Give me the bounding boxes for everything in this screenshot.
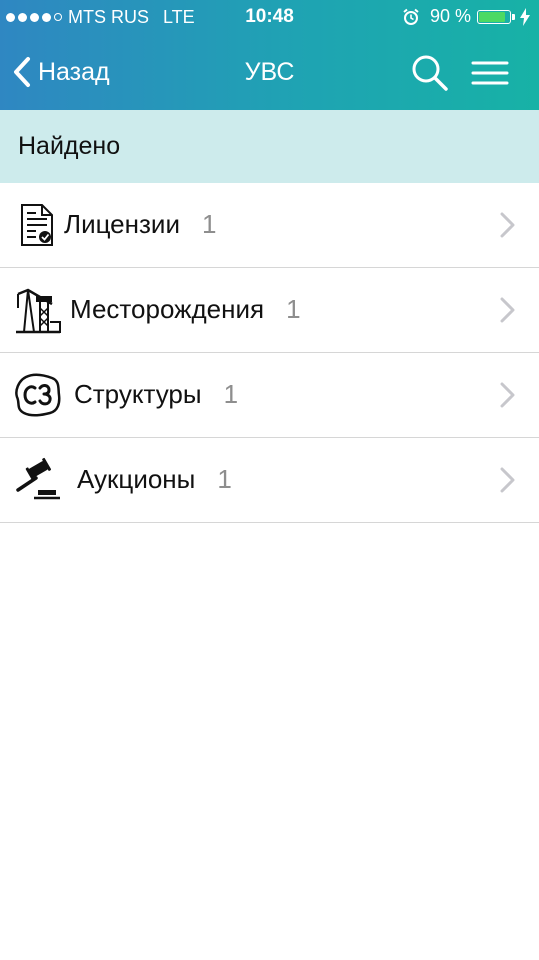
result-count: 1 <box>286 294 301 324</box>
result-label: Месторождения 1 <box>70 294 301 325</box>
structure-c3-icon <box>15 373 61 417</box>
license-document-icon <box>21 204 53 246</box>
auction-gavel-icon <box>16 457 60 500</box>
chevron-right-icon <box>500 467 515 493</box>
result-label: Лицензии 1 <box>64 209 216 240</box>
app-header: MTS RUS LTE 10:48 90 % Назад УВС <box>0 0 539 110</box>
result-name: Структуры <box>74 379 202 409</box>
result-row-structures[interactable]: Структуры 1 <box>0 353 539 438</box>
results-list: Лицензии 1 Месторождения 1 Структуры 1 А… <box>0 183 539 523</box>
battery-percent: 90 % <box>429 6 471 26</box>
result-count: 1 <box>223 379 239 409</box>
chevron-right-icon <box>500 297 515 323</box>
result-row-auctions[interactable]: Аукционы 1 <box>0 438 539 523</box>
result-row-licenses[interactable]: Лицензии 1 <box>0 183 539 268</box>
alarm-clock-icon <box>403 8 419 25</box>
result-label: Структуры 1 <box>74 379 238 410</box>
search-icon <box>412 55 448 91</box>
result-label: Аукционы 1 <box>77 464 232 495</box>
result-count: 1 <box>201 209 217 239</box>
result-row-fields[interactable]: Месторождения 1 <box>0 268 539 353</box>
oil-pump-icon <box>16 288 61 334</box>
result-name: Аукционы <box>77 464 196 494</box>
status-bar-right: 90 % <box>402 6 531 27</box>
result-name: Месторождения <box>70 294 265 324</box>
chevron-right-icon <box>500 382 515 408</box>
navigation-bar: Назад УВС <box>0 36 539 110</box>
status-bar: MTS RUS LTE 10:48 90 % <box>0 0 539 36</box>
battery-icon <box>477 9 515 24</box>
charging-bolt-icon <box>520 7 530 26</box>
page-title: УВС <box>244 58 295 86</box>
hamburger-menu-icon <box>471 61 509 85</box>
search-button[interactable] <box>408 52 450 94</box>
menu-button[interactable] <box>470 56 510 90</box>
section-header: Найдено <box>0 110 539 183</box>
result-count: 1 <box>217 464 232 494</box>
result-name: Лицензии <box>64 209 180 239</box>
chevron-right-icon <box>500 212 515 238</box>
